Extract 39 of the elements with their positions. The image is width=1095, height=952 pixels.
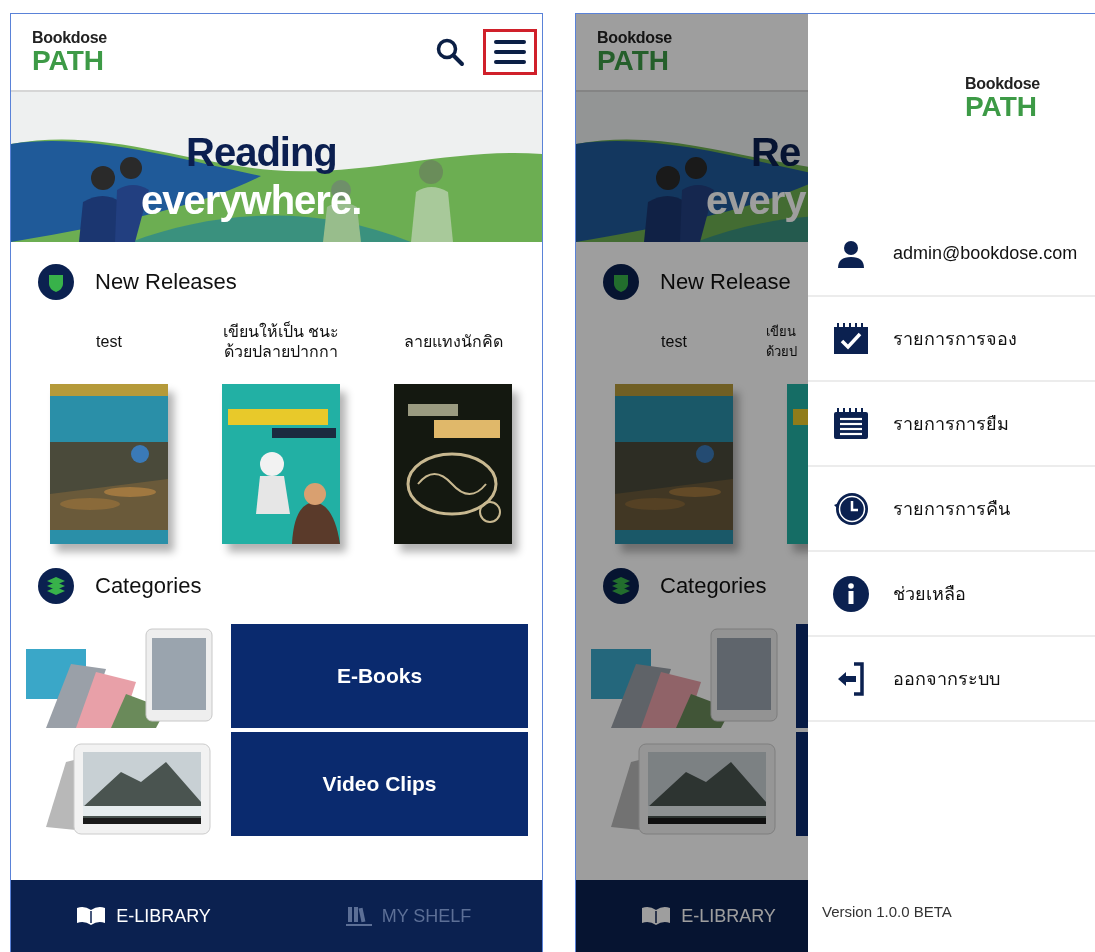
book-title: test <box>96 332 122 352</box>
drawer-menu-item[interactable]: รายการการคืน <box>808 467 1095 552</box>
open-book-icon <box>641 905 672 927</box>
info-icon <box>832 575 870 612</box>
section-title: New Releases <box>95 269 237 295</box>
category-button[interactable]: E-Books <box>231 624 528 728</box>
clock-icon <box>832 490 870 527</box>
shield-icon <box>603 264 639 300</box>
app-logo: Bookdose PATH <box>597 29 672 75</box>
book-title: เขียนให้เป็น ชนะ ด้วยปลายปากกา <box>222 322 340 362</box>
banner-headline: Reading <box>186 129 337 176</box>
notepad-icon <box>832 407 870 440</box>
menu-button[interactable] <box>483 29 537 75</box>
shield-icon <box>38 264 74 300</box>
section-title: Categories <box>660 573 767 599</box>
drawer-menu-item[interactable]: ช่วยเหลือ <box>808 552 1095 637</box>
drawer-menu-item[interactable]: รายการการยืม <box>808 382 1095 467</box>
drawer-menu-item[interactable]: รายการการจอง <box>808 297 1095 382</box>
version-text: Version 1.0.0 BETA <box>821 903 953 922</box>
section-title: New Release <box>660 269 791 295</box>
app-logo: Bookdose PATH <box>32 29 107 75</box>
nav-tab[interactable]: E-LIBRARY <box>576 880 808 952</box>
open-book-icon <box>76 905 107 927</box>
category-button[interactable]: Video Clips <box>231 732 528 836</box>
banner-headline: every <box>706 177 806 224</box>
menu-icon <box>493 38 527 66</box>
book-title: เขียน ด้วยป <box>766 323 797 361</box>
search-icon <box>435 37 465 67</box>
calendar-check-icon <box>832 322 870 355</box>
layers-icon <box>603 568 639 604</box>
bookshelf-icon <box>345 905 372 927</box>
drawer-menu-item[interactable]: admin@bookdose.com <box>808 212 1095 297</box>
book-title: ลายแทงนักคิด <box>403 332 503 352</box>
book-title: test <box>661 332 687 352</box>
drawer-menu-item[interactable]: ออกจากระบบ <box>808 637 1095 722</box>
app-logo: Bookdose PATH <box>965 76 1040 124</box>
layers-icon <box>38 568 74 604</box>
section-title: Categories <box>95 573 202 599</box>
nav-tab[interactable]: E-LIBRARY <box>11 880 276 952</box>
